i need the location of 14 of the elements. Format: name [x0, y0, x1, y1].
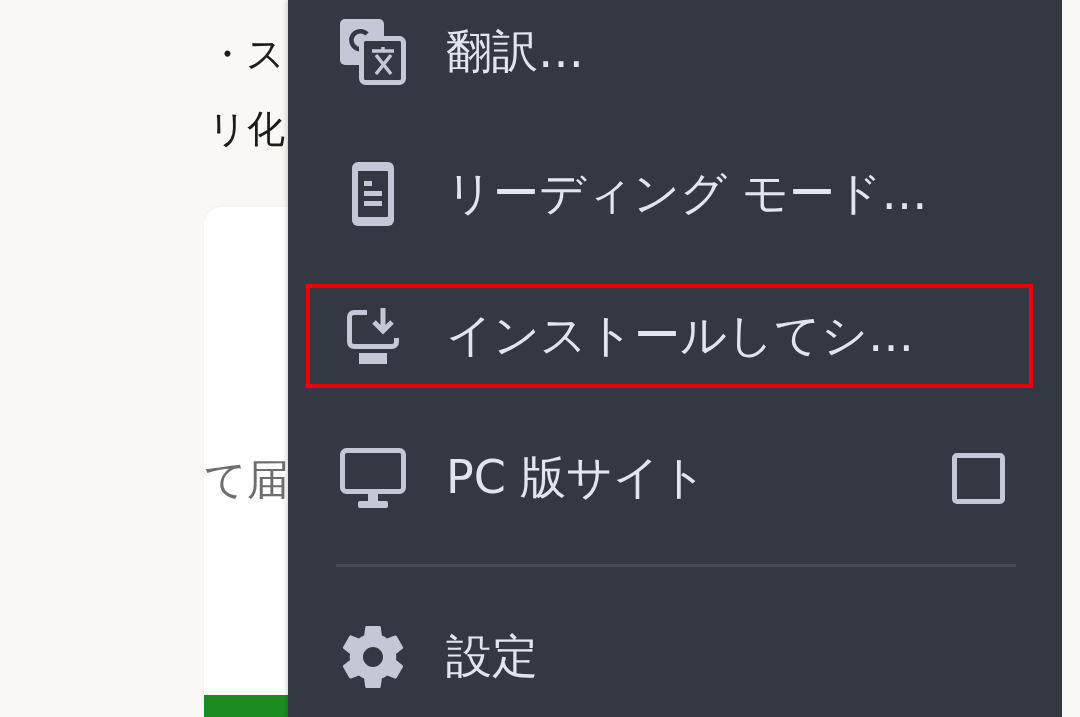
page-text: リ化: [208, 106, 285, 153]
checkbox[interactable]: [952, 452, 1005, 504]
document-icon: [352, 162, 394, 226]
menu-item[interactable]: PC 版サイト: [306, 426, 1033, 530]
menu-item[interactable]: リーディング モード…: [306, 142, 1033, 246]
card-text: て届: [204, 454, 289, 506]
menu-item[interactable]: 翻訳…: [306, 0, 1033, 104]
menu-item[interactable]: 設定: [306, 605, 1033, 709]
monitor-icon: [340, 448, 406, 508]
menu-item[interactable]: インストールしてシ…: [306, 284, 1033, 388]
settings-icon: [342, 626, 404, 688]
install-icon: [345, 308, 401, 364]
page-text: ・ス: [208, 31, 285, 78]
translate-icon: [340, 19, 406, 85]
